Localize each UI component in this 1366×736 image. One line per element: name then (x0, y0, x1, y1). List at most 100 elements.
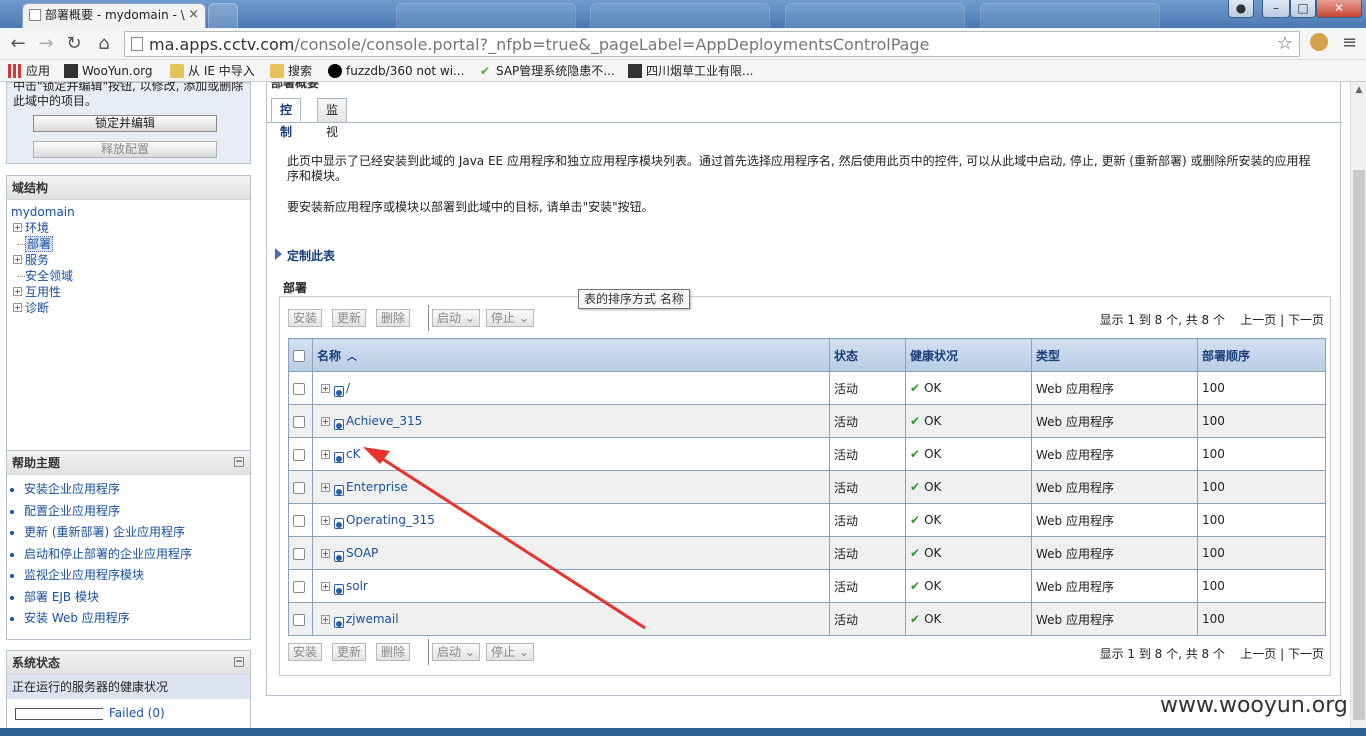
vertical-scrollbar[interactable]: ▲ (1350, 82, 1366, 728)
expand-row-icon[interactable]: + (321, 549, 330, 558)
app-name-link[interactable]: zjwemail (346, 612, 399, 626)
lock-and-edit-button[interactable]: 锁定并编辑 (33, 115, 217, 132)
select-all-checkbox[interactable] (293, 349, 305, 362)
stop-dropdown[interactable]: 停止 ⌄ (486, 643, 534, 661)
table-row[interactable]: + / 活动 ✔ OK Web 应用程序 100 (288, 371, 1326, 405)
next-page-link[interactable]: 下一页 (1288, 313, 1324, 327)
column-header-name[interactable]: 名称 ︿ (312, 338, 830, 372)
expand-row-icon[interactable]: + (321, 417, 330, 426)
help-link[interactable]: 安装企业应用程序 (24, 479, 250, 501)
bookmark-wooyun[interactable]: WooYun.org (62, 60, 153, 82)
cookie-extension-icon[interactable] (1310, 33, 1328, 51)
collapse-icon[interactable]: − (234, 457, 244, 467)
browser-tab-background[interactable] (396, 3, 576, 28)
user-icon[interactable]: ● (1228, 0, 1254, 18)
bookmark-ie-import[interactable]: 从 IE 中导入 (168, 60, 255, 82)
bookmark-sap[interactable]: ✔ SAP管理系统隐患不... (476, 60, 615, 82)
row-checkbox[interactable] (293, 415, 305, 428)
reload-icon[interactable]: ↻ (62, 32, 86, 56)
bookmark-tobacco[interactable]: 四川烟草工业有限... (626, 60, 753, 82)
app-name-link[interactable]: Operating_315 (346, 513, 435, 527)
app-name-link[interactable]: cK (346, 447, 360, 461)
minimize-button[interactable]: – (1262, 0, 1290, 18)
table-row[interactable]: + Enterprise 活动 ✔ OK Web 应用程序 100 (288, 470, 1326, 504)
row-checkbox[interactable] (293, 547, 305, 560)
tree-item-deployments[interactable]: 部署 (11, 236, 250, 252)
help-link[interactable]: 监视企业应用程序模块 (24, 565, 250, 587)
expand-icon[interactable]: + (13, 223, 22, 232)
release-config-button[interactable]: 释放配置 (33, 141, 217, 158)
column-header-health[interactable]: 健康状况 (905, 338, 1032, 372)
column-header-state[interactable]: 状态 (829, 338, 906, 372)
expand-row-icon[interactable]: + (321, 582, 330, 591)
expand-icon[interactable]: + (13, 255, 22, 264)
table-row[interactable]: + Achieve_315 活动 ✔ OK Web 应用程序 100 (288, 404, 1326, 438)
start-dropdown[interactable]: 启动 ⌄ (432, 643, 480, 661)
tree-item-services[interactable]: + 服务 (11, 252, 250, 268)
tree-item-diagnostics[interactable]: + 诊断 (11, 300, 250, 316)
scroll-up-icon[interactable]: ▲ (1351, 82, 1366, 98)
tree-item-interoperability[interactable]: + 互用性 (11, 284, 250, 300)
table-row[interactable]: + SOAP 活动 ✔ OK Web 应用程序 100 (288, 536, 1326, 570)
table-row[interactable]: + cK 活动 ✔ OK Web 应用程序 100 (288, 437, 1326, 471)
window-close-button[interactable]: ✕ (1316, 0, 1362, 18)
help-link[interactable]: 配置企业应用程序 (24, 501, 250, 523)
failed-count-link[interactable]: Failed (0) (109, 706, 165, 720)
table-row[interactable]: + zjwemail 活动 ✔ OK Web 应用程序 100 (288, 602, 1326, 636)
tree-root-mydomain[interactable]: mydomain (11, 204, 250, 220)
home-icon[interactable]: ⌂ (92, 32, 116, 56)
help-link[interactable]: 启动和停止部署的企业应用程序 (24, 544, 250, 566)
help-link[interactable]: 更新 (重新部署) 企业应用程序 (24, 522, 250, 544)
delete-button[interactable]: 删除 (376, 309, 411, 327)
maximize-button[interactable]: □ (1290, 0, 1316, 18)
install-button[interactable]: 安装 (288, 643, 323, 661)
column-header-type[interactable]: 类型 (1031, 338, 1198, 372)
app-name-link[interactable]: solr (346, 579, 368, 593)
row-checkbox[interactable] (293, 514, 305, 527)
expand-row-icon[interactable]: + (321, 615, 330, 624)
expand-row-icon[interactable]: + (321, 384, 330, 393)
tree-item-security-realms[interactable]: 安全领域 (11, 268, 250, 284)
scroll-thumb[interactable] (1353, 170, 1365, 720)
expand-row-icon[interactable]: + (321, 516, 330, 525)
update-button[interactable]: 更新 (332, 643, 367, 661)
browser-tab-active[interactable]: 部署概要 - mydomain - \ × (22, 3, 206, 28)
customize-table-link[interactable]: 定制此表 (275, 247, 335, 264)
expand-row-icon[interactable]: + (321, 450, 330, 459)
new-tab-button[interactable] (208, 3, 238, 28)
install-button[interactable]: 安装 (288, 309, 323, 327)
app-name-link[interactable]: / (346, 381, 350, 395)
row-checkbox[interactable] (293, 448, 305, 461)
browser-tab-background[interactable] (590, 3, 770, 28)
help-link[interactable]: 部署 EJB 模块 (24, 587, 250, 609)
expand-row-icon[interactable]: + (321, 483, 330, 492)
table-row[interactable]: + solr 活动 ✔ OK Web 应用程序 100 (288, 569, 1326, 603)
tab-close-icon[interactable]: × (188, 4, 199, 26)
delete-button[interactable]: 删除 (376, 643, 411, 661)
help-link[interactable]: 安装 Web 应用程序 (24, 608, 250, 630)
tab-control[interactable]: 控制 (271, 98, 302, 139)
tree-item-environment[interactable]: + 环境 (11, 220, 250, 236)
start-dropdown[interactable]: 启动 ⌄ (432, 309, 480, 327)
update-button[interactable]: 更新 (332, 309, 367, 327)
expand-icon[interactable]: + (13, 303, 22, 312)
back-arrow-icon[interactable]: ← (6, 32, 30, 56)
forward-arrow-icon[interactable]: → (34, 32, 58, 56)
browser-tab-background[interactable] (980, 3, 1160, 28)
prev-page-link[interactable]: 上一页 (1240, 313, 1276, 327)
column-header-order[interactable]: 部署顺序 (1197, 338, 1326, 372)
bookmark-star-icon[interactable]: ☆ (1277, 32, 1293, 56)
stop-dropdown[interactable]: 停止 ⌄ (486, 309, 534, 327)
row-checkbox[interactable] (293, 613, 305, 626)
bookmark-fuzzdb[interactable]: fuzzdb/360 not wi... (326, 60, 464, 82)
bookmark-apps[interactable]: 应用 (6, 60, 50, 82)
tab-monitoring[interactable]: 监视 (317, 98, 348, 139)
next-page-link[interactable]: 下一页 (1288, 647, 1324, 661)
sort-ascending-icon[interactable]: ︿ (347, 348, 357, 363)
row-checkbox[interactable] (293, 481, 305, 494)
address-bar[interactable]: ma.apps.cctv.com/console/console.portal?… (124, 31, 1300, 57)
bookmark-search[interactable]: 搜索 (268, 60, 312, 82)
table-row[interactable]: + Operating_315 活动 ✔ OK Web 应用程序 100 (288, 503, 1326, 537)
collapse-icon[interactable]: − (234, 657, 244, 667)
app-name-link[interactable]: Enterprise (346, 480, 408, 494)
